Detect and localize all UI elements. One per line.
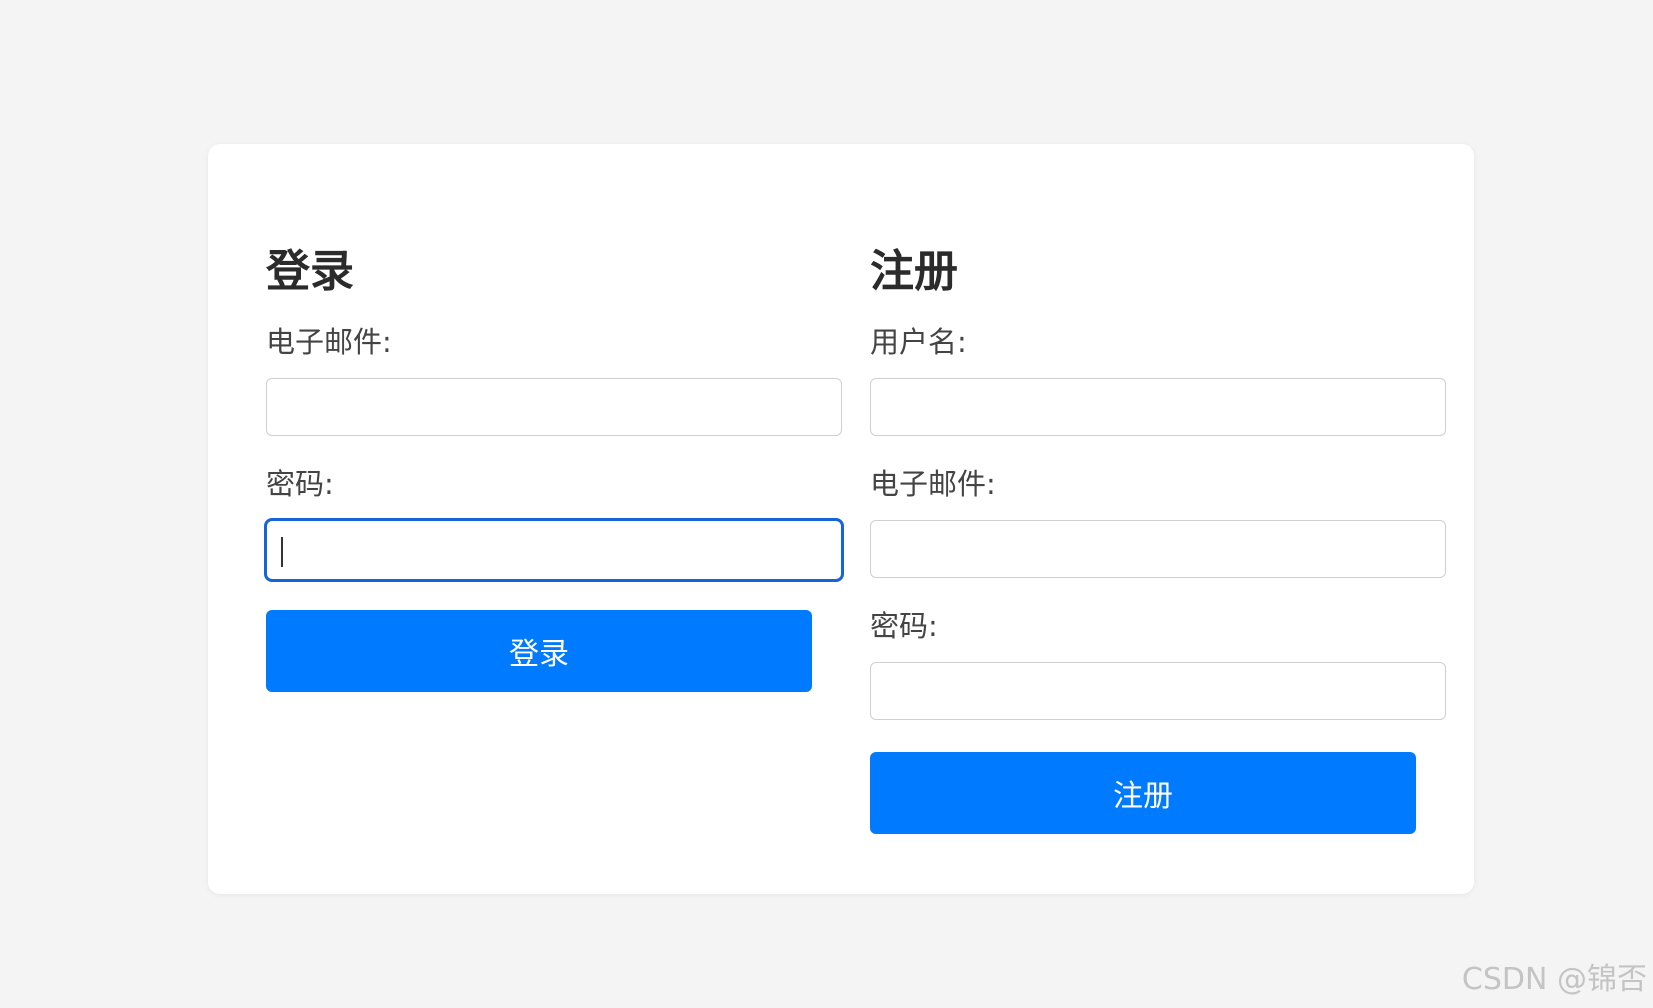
register-username-field[interactable]	[870, 378, 1446, 436]
login-password-field[interactable]	[264, 518, 844, 582]
register-button[interactable]: 注册	[870, 752, 1416, 834]
login-button[interactable]: 登录	[266, 610, 812, 692]
register-email-label: 电子邮件:	[870, 467, 996, 501]
register-title: 注册	[870, 246, 958, 297]
watermark: CSDN @锦否	[1461, 962, 1647, 997]
register-password-field[interactable]	[870, 662, 1446, 720]
register-email-field[interactable]	[870, 520, 1446, 578]
login-email-label: 电子邮件:	[266, 325, 392, 359]
register-password-label: 密码:	[870, 609, 938, 643]
register-username-label: 用户名:	[870, 325, 967, 359]
login-title: 登录	[266, 246, 354, 297]
auth-card: 登录 电子邮件: 密码: 登录 注册 用户名: 电子邮件: 密码: 注册	[208, 144, 1474, 894]
login-email-field[interactable]	[266, 378, 842, 436]
login-password-label: 密码:	[266, 467, 334, 501]
text-caret	[281, 537, 283, 567]
